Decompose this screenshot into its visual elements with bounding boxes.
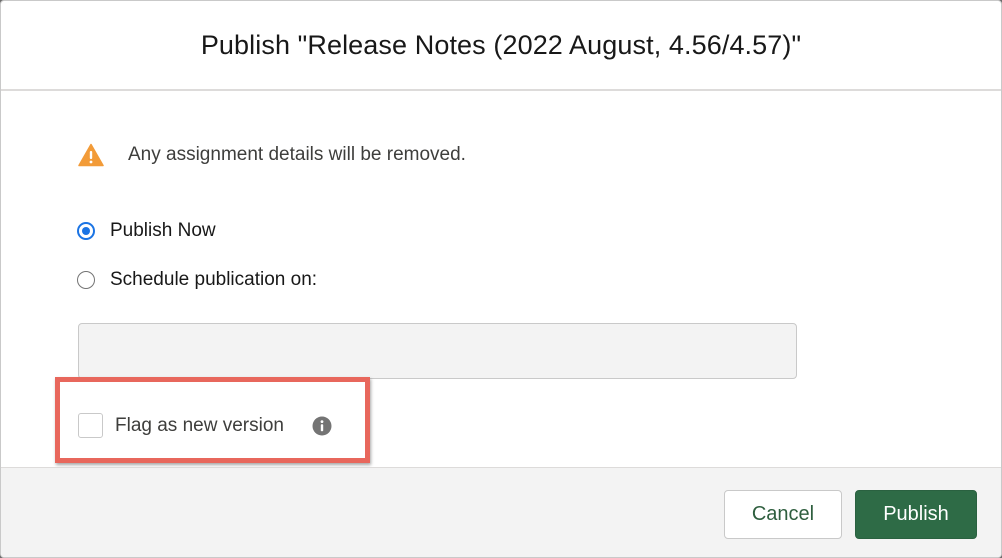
publish-now-radio[interactable] xyxy=(77,222,95,240)
schedule-label: Schedule publication on: xyxy=(110,269,318,290)
schedule-date-input[interactable] xyxy=(78,323,797,379)
warning-icon xyxy=(78,143,104,167)
info-icon[interactable] xyxy=(312,416,332,436)
warning-message: Any assignment details will be removed. xyxy=(78,143,466,167)
flag-new-version-row: Flag as new version xyxy=(78,413,332,438)
schedule-radio[interactable] xyxy=(77,271,95,289)
cancel-button[interactable]: Cancel xyxy=(724,490,842,539)
dialog-body: Any assignment details will be removed. … xyxy=(1,91,1001,467)
schedule-option[interactable]: Schedule publication on: xyxy=(77,269,317,291)
dialog-header: Publish "Release Notes (2022 August, 4.5… xyxy=(1,1,1001,91)
dialog-title: Publish "Release Notes (2022 August, 4.5… xyxy=(200,29,802,60)
publish-dialog: Publish "Release Notes (2022 August, 4.5… xyxy=(0,0,1002,558)
dialog-footer: Cancel Publish xyxy=(1,467,1001,557)
flag-new-version-checkbox[interactable] xyxy=(78,413,103,438)
publish-now-label: Publish Now xyxy=(110,220,216,241)
publish-button[interactable]: Publish xyxy=(855,490,977,539)
publish-now-option[interactable]: Publish Now xyxy=(77,220,216,242)
flag-new-version-label: Flag as new version xyxy=(115,414,284,436)
warning-text: Any assignment details will be removed. xyxy=(128,144,466,165)
